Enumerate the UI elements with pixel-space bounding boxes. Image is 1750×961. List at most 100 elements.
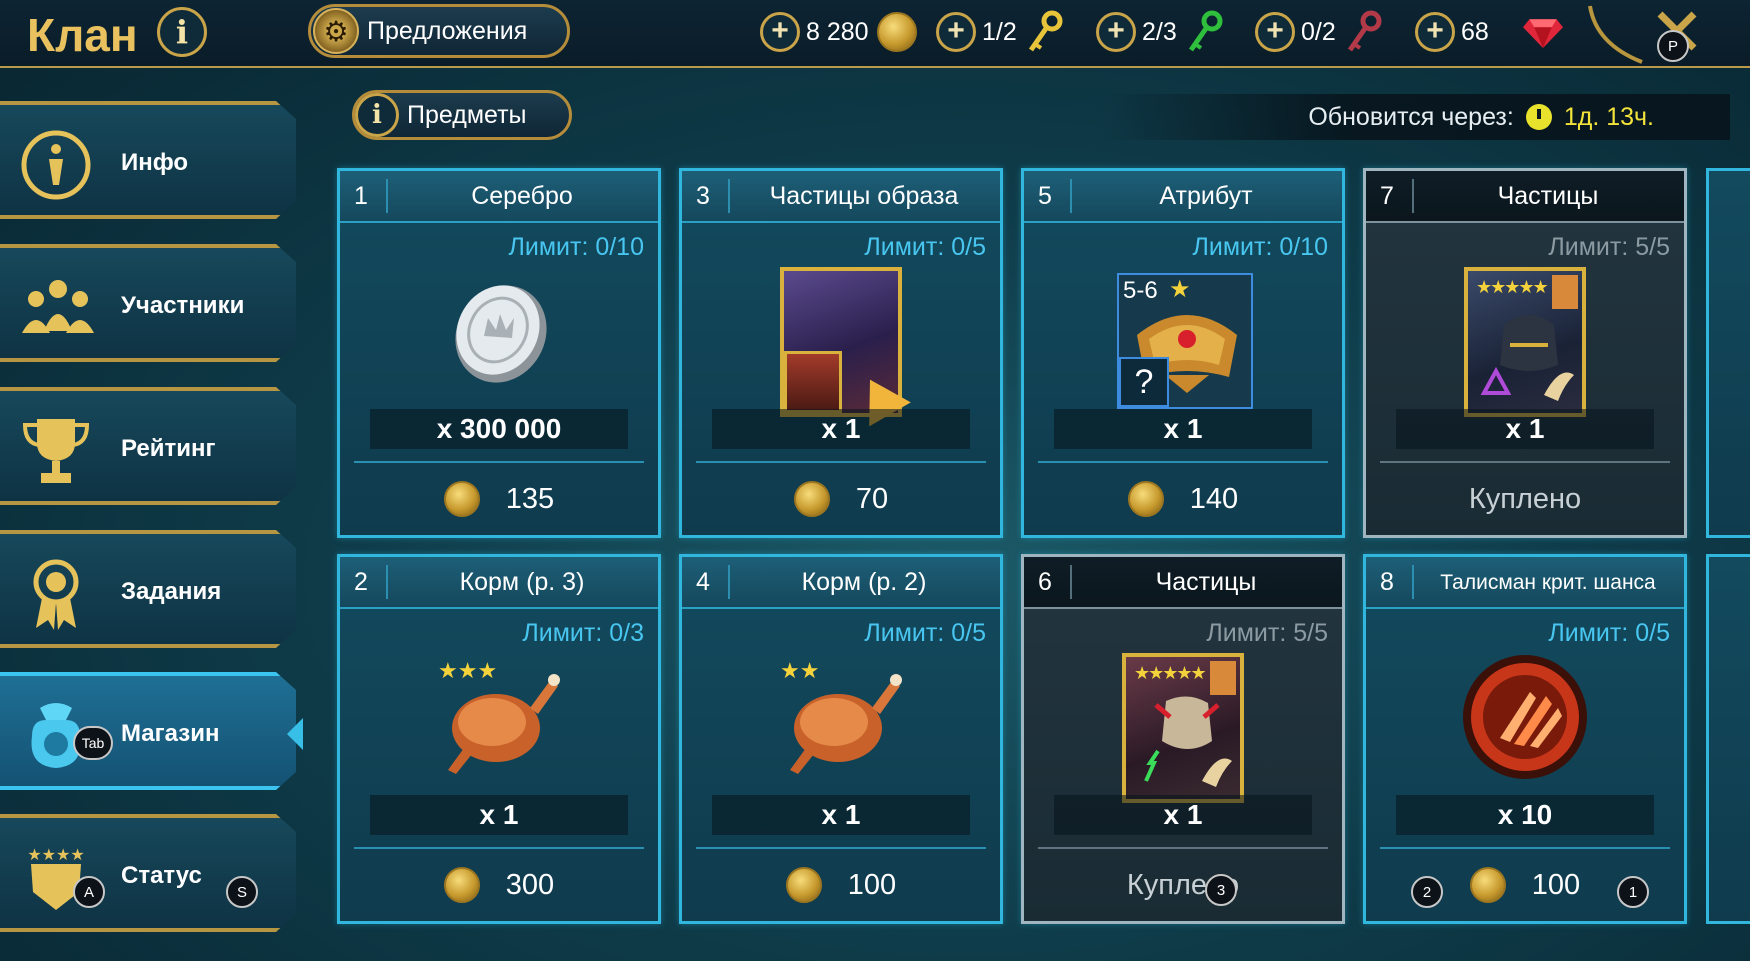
add-gold-keys-button[interactable]: + (936, 12, 976, 52)
sidebar-item-info[interactable]: Инфо (0, 101, 296, 219)
shop-card-silver[interactable]: 1 Серебро Лимит: 0/10 x 300 000 135 (337, 168, 661, 538)
card-number: 2 (354, 568, 368, 596)
card-title: Частицы (1155, 568, 1257, 596)
sidebar-item-label: Инфо (121, 149, 189, 176)
top-bar: Клан i ⚙ Предложения + 8 280 + 1/2 + 2/3… (0, 0, 1750, 68)
hotkey-badge-2: 2 (1411, 876, 1443, 908)
items-info-button[interactable]: i Предметы (352, 90, 572, 140)
sidebar-item-quests[interactable]: Задания (0, 530, 296, 648)
card-bought-status: Куплено (1468, 483, 1582, 515)
shop-card-champion-shards-2[interactable]: 6 Частицы Лимит: 5/5 ★★★★★ x 1 Куплено (1021, 554, 1345, 924)
info-icon: i (175, 13, 189, 51)
card-quantity: x 1 (712, 409, 970, 449)
card-quantity: x 300 000 (370, 409, 628, 449)
champion-shards-icon: ★★★★★ (1460, 267, 1590, 417)
ruby-gem-icon (1522, 12, 1563, 52)
gold-key-icon (1025, 10, 1065, 52)
card-quantity: x 1 (370, 795, 628, 835)
resource-gems: + 68 (1415, 10, 1563, 54)
refresh-time: 1д. 13ч. (1563, 102, 1654, 131)
star-icon: ★ (1169, 276, 1191, 303)
card-quantity: x 1 (1396, 409, 1654, 449)
shop-card-partial[interactable] (1706, 554, 1750, 924)
offers-label: Предложения (367, 16, 528, 45)
card-bought-status: Куплено (1126, 869, 1240, 901)
shop-card-partial[interactable] (1706, 168, 1750, 538)
clock-icon (1525, 104, 1552, 130)
add-gems-button[interactable]: + (1415, 12, 1455, 52)
shop-card-crit-talisman[interactable]: 8 Талисман крит. шанса Лимит: 0/5 x 10 1… (1363, 554, 1687, 924)
hotkey-badge-1: 1 (1617, 876, 1649, 908)
svg-text:★★★★: ★★★★ (27, 845, 84, 864)
refresh-label: Обновится через: (1308, 102, 1514, 131)
green-key-icon (1185, 10, 1225, 52)
card-title: Корм (р. 2) (801, 568, 927, 596)
coin-icon (785, 867, 822, 903)
sidebar-item-shop[interactable]: Магазин (0, 672, 296, 790)
medal-icon (18, 556, 94, 632)
sidebar-item-label: Магазин (121, 720, 220, 747)
corner-ornament (1588, 5, 1643, 64)
card-quantity: x 1 (1054, 409, 1312, 449)
members-icon (18, 270, 94, 346)
gold-keys-value: 1/2 (982, 17, 1017, 46)
shop-card-food-rank2[interactable]: 4 Корм (р. 2) Лимит: 0/5 ★★ x 1 100 (679, 554, 1003, 924)
shop-card-skin-shards[interactable]: 3 Частицы образа Лимит: 0/5 x 1 70 (679, 168, 1003, 538)
sidebar-item-label: Задания (121, 578, 222, 605)
coin-icon (443, 867, 480, 903)
clan-info-button[interactable]: i (157, 7, 207, 57)
chicken-3star-icon: ★★★ (434, 652, 564, 782)
card-limit: Лимит: 5/5 (1206, 619, 1328, 647)
card-limit: Лимит: 5/5 (1548, 233, 1670, 261)
sidebar-item-label: Статус (121, 862, 202, 889)
card-limit: Лимит: 0/3 (522, 619, 644, 647)
sidebar-item-members[interactable]: Участники (0, 244, 296, 362)
card-limit: Лимит: 0/10 (1192, 233, 1328, 261)
red-keys-value: 0/2 (1301, 17, 1336, 46)
info-icon: i (355, 93, 399, 137)
card-quantity: x 1 (1054, 795, 1312, 835)
unknown-set-badge: ? (1119, 357, 1169, 407)
crit-talisman-icon (1460, 652, 1590, 782)
card-title: Атрибут (1159, 182, 1253, 210)
coins-value: 8 280 (806, 17, 869, 46)
shop-card-champion-shards[interactable]: 7 Частицы Лимит: 5/5 ★★★★★ x 1 Куплено (1363, 168, 1687, 538)
red-key-icon (1344, 10, 1384, 52)
card-limit: Лимит: 0/5 (864, 233, 986, 261)
add-green-keys-button[interactable]: + (1096, 12, 1136, 52)
add-coins-button[interactable]: + (760, 12, 800, 52)
items-label: Предметы (407, 100, 527, 129)
hotkey-badge-p: P (1657, 30, 1689, 62)
page-title: Клан (27, 9, 138, 61)
coin-icon (793, 481, 830, 517)
card-title: Корм (р. 3) (459, 568, 585, 596)
sidebar-item-rating[interactable]: Рейтинг (0, 387, 296, 505)
card-title: Серебро (471, 182, 573, 210)
card-limit: Лимит: 0/10 (508, 233, 644, 261)
trophy-icon (18, 413, 94, 489)
shop-card-food-rank3[interactable]: 2 Корм (р. 3) Лимит: 0/3 ★★★ x 1 300 (337, 554, 661, 924)
hotkey-badge-tab: Tab (73, 726, 113, 760)
card-number: 7 (1380, 182, 1394, 210)
green-keys-value: 2/3 (1142, 17, 1177, 46)
svg-text:★★: ★★ (780, 659, 819, 684)
silver-coin-icon (434, 266, 564, 396)
card-number: 8 (1380, 568, 1394, 596)
card-title: Частицы образа (769, 182, 959, 210)
resource-gold-keys: + 1/2 (936, 10, 1065, 54)
card-quantity: x 10 (1396, 795, 1654, 835)
card-quantity: x 1 (712, 795, 970, 835)
active-indicator-arrow (287, 718, 303, 750)
offers-button[interactable]: ⚙ Предложения (308, 4, 570, 58)
add-red-keys-button[interactable]: + (1255, 12, 1295, 52)
artifact-helmet-icon: 5-6 ★ ? (1117, 273, 1253, 409)
card-limit: Лимит: 0/5 (1548, 619, 1670, 647)
sidebar-item-status[interactable]: ★★★★ Статус (0, 814, 296, 932)
artifact-rank: 5-6 (1123, 277, 1158, 304)
card-price: 70 (682, 471, 1000, 527)
resource-coins: + 8 280 (760, 10, 917, 54)
coin-icon (1469, 867, 1506, 903)
skin-shards-icon (776, 267, 911, 427)
sidebar-item-label: Участники (121, 292, 245, 319)
shop-card-artifact[interactable]: 5 Атрибут Лимит: 0/10 5-6 ★ ? x 1 140 (1021, 168, 1345, 538)
